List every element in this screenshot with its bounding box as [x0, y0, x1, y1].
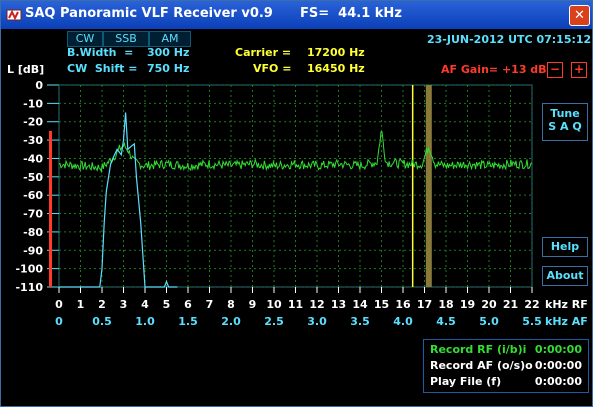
play-file-label: Play File (f): [430, 375, 502, 388]
close-button[interactable]: ✕: [569, 5, 590, 26]
rf-tick-label: 1: [77, 298, 85, 311]
record-af-row[interactable]: Record AF (o/s)o 0:00:00: [430, 359, 582, 372]
af-tick-label: 2.5: [264, 315, 284, 328]
y-tick-label: -20: [23, 116, 43, 129]
saq-label: S A Q: [548, 120, 582, 133]
rf-tick-label: 21: [503, 298, 518, 311]
y-tick-label: -110: [15, 281, 43, 294]
play-file-time: 0:00:00: [534, 375, 582, 388]
y-tick-label: -80: [23, 226, 43, 239]
level-bar: [49, 130, 52, 287]
af-tick-label: 3.5: [350, 315, 370, 328]
af-axis-unit: kHz AF: [545, 315, 588, 328]
y-tick-label: -90: [23, 244, 43, 257]
y-tick-label: -30: [23, 134, 43, 147]
about-button[interactable]: About: [542, 266, 588, 286]
record-rf-row[interactable]: Record RF (i/b)i 0:00:00: [430, 343, 582, 356]
record-status-panel: Record RF (i/b)i 0:00:00 Record AF (o/s)…: [423, 339, 589, 393]
y-tick-label: -60: [23, 189, 43, 202]
record-af-label: Record AF (o/s)o: [430, 359, 533, 372]
af-tick-label: 1.0: [135, 315, 155, 328]
af-tick-label: 0.5: [92, 315, 112, 328]
rf-tick-label: 17: [417, 298, 432, 311]
rf-tick-label: 19: [460, 298, 475, 311]
client-area: CW SSB AM B.Width = 300 Hz CW Shift = 75…: [1, 29, 592, 406]
tune-saq-button[interactable]: Tune S A Q: [542, 103, 588, 141]
rf-tick-label: 20: [481, 298, 497, 311]
rf-tick-label: 6: [184, 298, 192, 311]
y-tick-label: -40: [23, 152, 43, 165]
rf-tick-label: 0: [55, 298, 63, 311]
play-file-row[interactable]: Play File (f) 0:00:00: [430, 375, 582, 388]
y-tick-label: -50: [23, 171, 43, 184]
rf-tick-label: 11: [288, 298, 303, 311]
record-af-time: 0:00:00: [534, 359, 582, 372]
af-tick-label: 5.0: [479, 315, 499, 328]
af-spectrum-line: [59, 112, 178, 288]
app-icon: [6, 9, 22, 21]
af-tick-label: 5.5: [522, 315, 542, 328]
rf-tick-label: 16: [395, 298, 411, 311]
rf-tick-label: 15: [374, 298, 389, 311]
rf-tick-label: 3: [120, 298, 128, 311]
af-tick-label: 2.0: [221, 315, 241, 328]
af-tick-label: 4.0: [393, 315, 413, 328]
rf-tick-label: 5: [163, 298, 171, 311]
y-tick-label: -70: [23, 208, 43, 221]
rf-tick-label: 22: [524, 298, 539, 311]
rf-tick-label: 10: [266, 298, 282, 311]
rf-tick-label: 8: [227, 298, 235, 311]
app-window: SAQ Panoramic VLF Receiver v0.9 FS= 44.1…: [0, 0, 593, 407]
y-tick-label: 0: [35, 79, 43, 92]
rf-axis-unit: kHz RF: [545, 298, 588, 311]
rf-tick-label: 18: [438, 298, 453, 311]
rf-tick-label: 2: [98, 298, 106, 311]
help-button[interactable]: Help: [542, 237, 588, 257]
y-tick-label: -100: [15, 263, 43, 276]
af-tick-label: 1.5: [178, 315, 198, 328]
window-title: SAQ Panoramic VLF Receiver v0.9 FS= 44.1…: [25, 6, 402, 21]
rf-tick-label: 12: [309, 298, 324, 311]
rf-tick-label: 9: [249, 298, 257, 311]
tune-label: Tune: [550, 107, 580, 120]
record-rf-time: 0:00:00: [534, 343, 582, 356]
rf-tick-label: 13: [331, 298, 346, 311]
af-tick-label: 0: [55, 315, 63, 328]
rf-tick-label: 7: [206, 298, 214, 311]
af-tick-label: 3.0: [307, 315, 327, 328]
passband-marker: [425, 85, 432, 287]
y-tick-label: -10: [23, 97, 43, 110]
record-rf-label: Record RF (i/b)i: [430, 343, 527, 356]
rf-tick-label: 4: [141, 298, 149, 311]
title-bar[interactable]: SAQ Panoramic VLF Receiver v0.9 FS= 44.1…: [1, 1, 592, 29]
af-tick-label: 4.5: [436, 315, 456, 328]
rf-tick-label: 14: [352, 298, 368, 311]
